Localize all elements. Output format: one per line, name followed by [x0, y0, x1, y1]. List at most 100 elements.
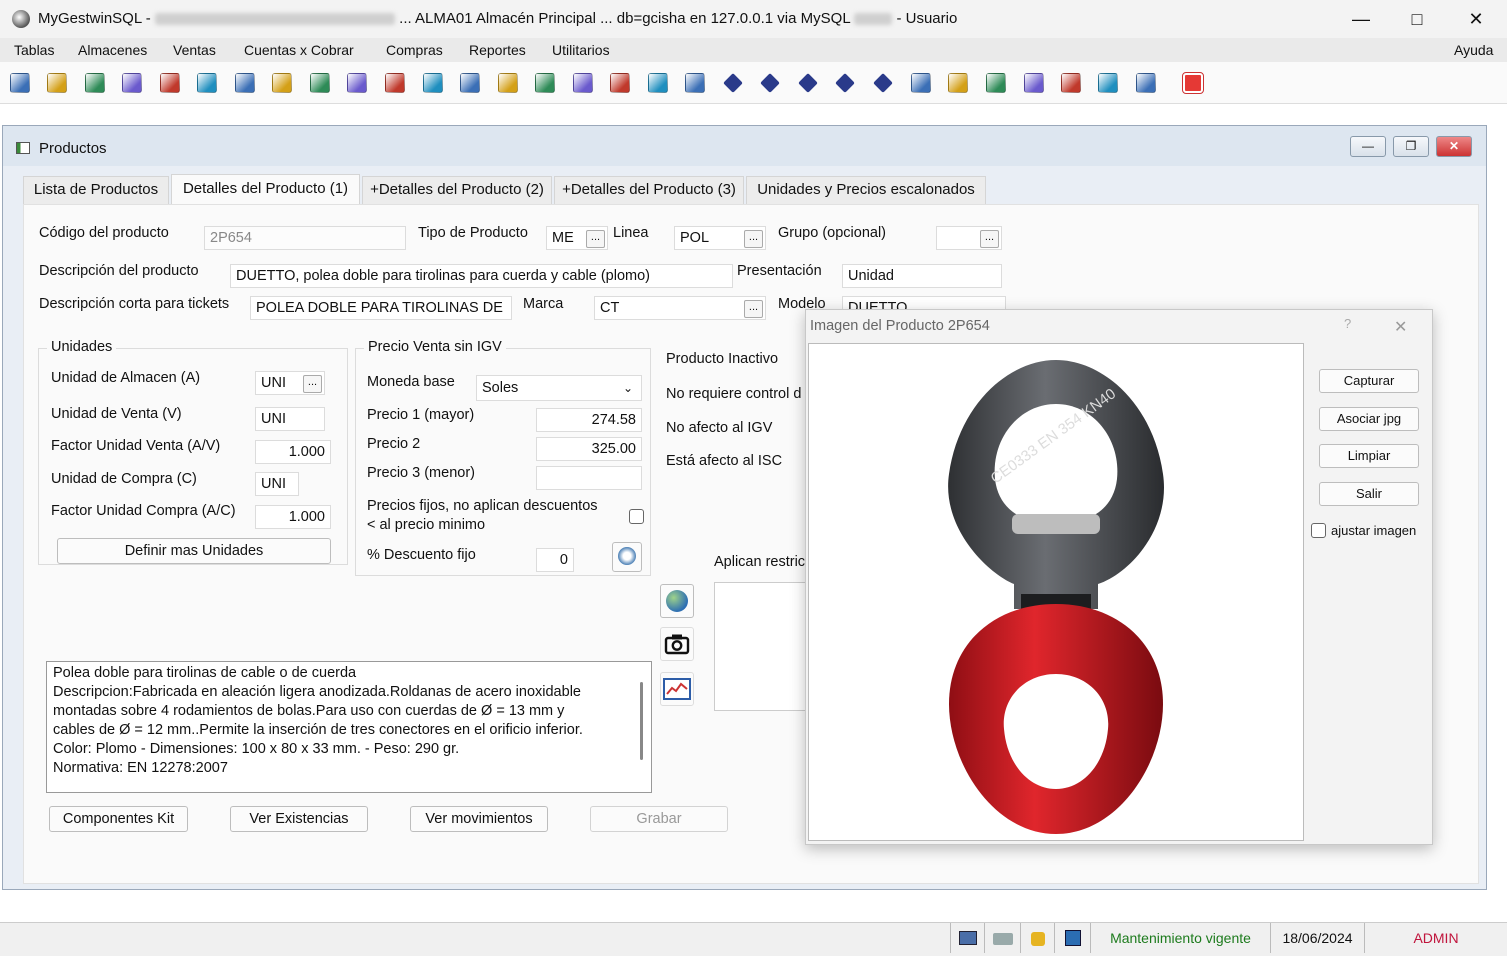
capturar-button[interactable]: Capturar [1319, 369, 1419, 393]
menu-cuentas[interactable]: Cuentas x Cobrar [244, 42, 354, 58]
presentacion-field[interactable]: Unidad [842, 264, 1002, 288]
toolbar-form-icon[interactable] [122, 73, 142, 93]
toolbar-print-icon[interactable] [685, 73, 705, 93]
descripcion-field[interactable]: DUETTO, polea doble para tirolinas para … [230, 264, 733, 288]
toolbar-save-icon[interactable] [911, 73, 931, 93]
toolbar-diamond-1-icon[interactable] [723, 73, 743, 93]
asociar-jpg-button[interactable]: Asociar jpg [1319, 407, 1419, 431]
toolbar-window-icon[interactable] [272, 73, 292, 93]
status-screen-icon[interactable] [1054, 923, 1090, 953]
toolbar-box-icon[interactable] [160, 73, 180, 93]
grupo-field[interactable]: ... [936, 226, 1002, 250]
toolbar-diamond-2-icon[interactable] [760, 73, 780, 93]
toolbar-money-icon[interactable] [423, 73, 443, 93]
precios-fijos-checkbox[interactable] [629, 509, 644, 524]
menu-compras[interactable]: Compras [386, 42, 443, 58]
toolbar-folder-icon[interactable] [986, 73, 1006, 93]
precio3-field[interactable] [536, 466, 642, 490]
tab-detalles-1[interactable]: Detalles del Producto (1) [171, 174, 360, 204]
status-lock-icon[interactable] [1020, 923, 1054, 953]
precios-fijos-label: Precios fijos, no aplican descuentos [367, 498, 598, 514]
linea-lookup-button[interactable]: ... [744, 230, 763, 248]
toolbar-exit-icon[interactable] [1182, 72, 1204, 94]
tipo-lookup-button[interactable]: ... [586, 230, 605, 248]
description-textarea[interactable]: Polea doble para tirolinas de cable o de… [46, 661, 652, 793]
toolbar-db-icon[interactable] [85, 73, 105, 93]
mdi-close-button[interactable]: ✕ [1436, 136, 1472, 157]
unidad-venta-field[interactable]: UNI [255, 407, 325, 431]
ver-movimientos-button[interactable]: Ver movimientos [410, 806, 548, 832]
menu-almacenes[interactable]: Almacenes [78, 42, 147, 58]
unidad-almacen-lookup-button[interactable]: ... [303, 375, 322, 393]
web-button[interactable] [660, 584, 694, 618]
marca-field[interactable]: CT... [594, 296, 766, 320]
tab-unidades[interactable]: Unidades y Precios escalonados [746, 176, 986, 204]
close-button[interactable]: ✕ [1445, 0, 1507, 38]
status-calculator-icon[interactable] [950, 923, 984, 953]
toolbar-lock-icon[interactable] [1136, 73, 1156, 93]
desc-corta-field[interactable]: POLEA DOBLE PARA TIROLINAS DE [250, 296, 512, 320]
calc-descuento-button[interactable] [612, 542, 642, 572]
toolbar-diamond-5-icon[interactable] [873, 73, 893, 93]
toolbar-dollar-icon[interactable] [385, 73, 405, 93]
menu-ventas[interactable]: Ventas [173, 42, 216, 58]
menu-utilitarios[interactable]: Utilitarios [552, 42, 610, 58]
dialog-close-button[interactable]: ✕ [1394, 317, 1407, 337]
limpiar-button[interactable]: Limpiar [1319, 444, 1419, 468]
restricciones-list[interactable] [714, 582, 814, 711]
ver-existencias-button[interactable]: Ver Existencias [230, 806, 368, 832]
toolbar-diamond-4-icon[interactable] [835, 73, 855, 93]
definir-unidades-button[interactable]: Definir mas Unidades [57, 538, 331, 564]
mdi-restore-button[interactable]: ❐ [1393, 136, 1429, 157]
chart-button[interactable] [660, 672, 694, 706]
toolbar-diamond-3-icon[interactable] [798, 73, 818, 93]
precio2-field[interactable]: 325.00 [536, 437, 642, 461]
codigo-field[interactable]: 2P654 [204, 226, 406, 250]
componentes-kit-button[interactable]: Componentes Kit [49, 806, 188, 832]
toolbar-stack-icon[interactable] [498, 73, 518, 93]
toolbar-boxes-icon[interactable] [573, 73, 593, 93]
unidad-compra-field[interactable]: UNI [255, 472, 299, 496]
grabar-button[interactable]: Grabar [590, 806, 728, 832]
tab-detalles-3[interactable]: +Detalles del Producto (3) [554, 176, 744, 204]
tab-detalles-2[interactable]: +Detalles del Producto (2) [362, 176, 552, 204]
toolbar-barchart-icon[interactable] [610, 73, 630, 93]
descuento-field[interactable]: 0 [536, 548, 574, 572]
factor-compra-field[interactable]: 1.000 [255, 505, 331, 529]
toolbar-edit-icon[interactable] [235, 73, 255, 93]
toolbar-folder2-icon[interactable] [1024, 73, 1044, 93]
menu-ayuda[interactable]: Ayuda [1454, 42, 1493, 58]
linea-field[interactable]: POL... [674, 226, 766, 250]
grupo-lookup-button[interactable]: ... [980, 230, 999, 248]
menu-tablas[interactable]: Tablas [14, 42, 54, 58]
menu-reportes[interactable]: Reportes [469, 42, 526, 58]
toolbar-group-icon[interactable] [1098, 73, 1118, 93]
toolbar-people-icon[interactable] [47, 73, 67, 93]
unidad-almacen-field[interactable]: UNI... [255, 371, 325, 395]
camera-button[interactable] [660, 627, 694, 661]
factor-venta-field[interactable]: 1.000 [255, 440, 331, 464]
marca-lookup-button[interactable]: ... [744, 300, 763, 318]
toolbar-note-icon[interactable] [535, 73, 555, 93]
toolbar-linechart-icon[interactable] [648, 73, 668, 93]
toolbar-report-icon[interactable] [1061, 73, 1081, 93]
tab-lista[interactable]: Lista de Productos [23, 176, 169, 204]
minimize-button[interactable]: — [1330, 0, 1392, 38]
toolbar-card-icon[interactable] [347, 73, 367, 93]
toolbar-copy-icon[interactable] [197, 73, 217, 93]
description-scrollbar[interactable] [640, 682, 643, 760]
ajustar-imagen-checkbox[interactable] [1311, 523, 1326, 538]
toolbar-users-icon[interactable] [10, 73, 30, 93]
toolbar-calc-icon[interactable] [310, 73, 330, 93]
moneda-select[interactable]: Soles ⌄ [476, 375, 642, 401]
salir-button[interactable]: Salir [1319, 482, 1419, 506]
help-button[interactable]: ? [1344, 316, 1351, 331]
precio1-field[interactable]: 274.58 [536, 408, 642, 432]
maximize-button[interactable]: □ [1386, 0, 1448, 38]
status-printer-icon[interactable] [984, 923, 1020, 953]
toolbar-save-all-icon[interactable] [948, 73, 968, 93]
factor-compra-label: Factor Unidad Compra (A/C) [51, 503, 236, 519]
mdi-minimize-button[interactable]: — [1350, 136, 1386, 157]
toolbar-refresh-icon[interactable] [460, 73, 480, 93]
tipo-field[interactable]: ME... [546, 226, 608, 250]
